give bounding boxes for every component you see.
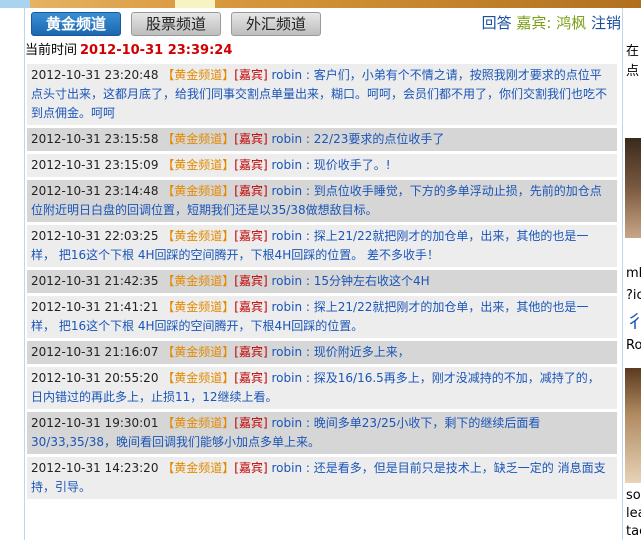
right-panel-text-1: 在 bbox=[626, 44, 640, 59]
message-text: : 15分钟左右收这个4H bbox=[302, 274, 430, 288]
message-channel-tag: 【黄金频道】 bbox=[162, 300, 235, 314]
reply-link[interactable]: 回答 bbox=[482, 14, 512, 32]
right-panel-photo-1 bbox=[625, 138, 641, 238]
message-guest-tag: [嘉宾] bbox=[234, 132, 268, 146]
message-guest-tag: [嘉宾] bbox=[234, 158, 268, 172]
message-row: 2012-10-31 23:15:09 【黄金频道】[嘉宾] robin : 现… bbox=[27, 154, 617, 177]
message-guest-tag: [嘉宾] bbox=[234, 461, 268, 475]
message-channel-tag: 【黄金频道】 bbox=[162, 229, 235, 243]
message-timestamp: 2012-10-31 14:23:20 bbox=[31, 461, 159, 475]
message-channel-tag: 【黄金频道】 bbox=[162, 461, 235, 475]
tab-forex-channel[interactable]: 外汇频道 bbox=[231, 12, 321, 36]
banner-left-segment bbox=[0, 0, 30, 8]
message-row: 2012-10-31 14:23:20 【黄金频道】[嘉宾] robin : 还… bbox=[27, 457, 617, 499]
right-side-panel: 在 点 mb ?ic 彳 Ro soc lea tac bbox=[622, 8, 641, 540]
message-channel-tag: 【黄金频道】 bbox=[162, 371, 235, 385]
message-text: : 现价附近多上来， bbox=[302, 345, 410, 359]
message-row: 2012-10-31 21:41:21 【黄金频道】[嘉宾] robin : 探… bbox=[27, 296, 617, 338]
message-author: robin bbox=[271, 158, 303, 172]
message-row: 2012-10-31 21:42:35 【黄金频道】[嘉宾] robin : 1… bbox=[27, 270, 617, 293]
current-time-label: 当前时间 bbox=[25, 43, 78, 58]
current-time-line: 当前时间 2012-10-31 23:39:24 bbox=[25, 40, 623, 62]
message-author: robin bbox=[271, 274, 303, 288]
message-guest-tag: [嘉宾] bbox=[234, 416, 268, 430]
tab-gold-channel[interactable]: 黄金频道 bbox=[31, 12, 121, 36]
current-time-value: 2012-10-31 23:39:24 bbox=[80, 43, 233, 58]
message-author: robin bbox=[271, 461, 303, 475]
guest-name: 嘉宾: 鸿枫 bbox=[516, 14, 587, 32]
right-panel-text-9: tac bbox=[626, 524, 641, 539]
channel-tab-bar: 黄金频道 股票频道 外汇频道 回答 嘉宾: 鸿枫 注销 bbox=[25, 8, 623, 38]
message-text: : 22/23要求的点位收手了 bbox=[302, 132, 445, 146]
message-timestamp: 2012-10-31 19:30:01 bbox=[31, 416, 159, 430]
message-row: 2012-10-31 23:20:48 【黄金频道】[嘉宾] robin : 客… bbox=[27, 64, 617, 125]
message-timestamp: 2012-10-31 22:03:25 bbox=[31, 229, 159, 243]
message-author: robin bbox=[271, 345, 303, 359]
logout-link[interactable]: 注销 bbox=[591, 14, 621, 32]
right-panel-text-4: ?ic bbox=[626, 288, 641, 303]
right-panel-text-7: soc bbox=[626, 488, 641, 503]
chat-panel: 黄金频道 股票频道 外汇频道 回答 嘉宾: 鸿枫 注销 当前时间 2012-10-… bbox=[24, 8, 623, 540]
message-guest-tag: [嘉宾] bbox=[234, 184, 268, 198]
message-guest-tag: [嘉宾] bbox=[234, 300, 268, 314]
message-row: 2012-10-31 20:55:20 【黄金频道】[嘉宾] robin : 探… bbox=[27, 367, 617, 409]
top-banner-strip bbox=[0, 0, 641, 8]
message-timestamp: 2012-10-31 23:14:48 bbox=[31, 184, 159, 198]
header-links: 回答 嘉宾: 鸿枫 注销 bbox=[482, 13, 621, 33]
right-panel-text-5: 彳 bbox=[626, 308, 641, 334]
message-row: 2012-10-31 23:14:48 【黄金频道】[嘉宾] robin : 到… bbox=[27, 180, 617, 222]
message-guest-tag: [嘉宾] bbox=[234, 68, 268, 82]
message-author: robin bbox=[271, 229, 303, 243]
message-channel-tag: 【黄金频道】 bbox=[162, 158, 235, 172]
message-timestamp: 2012-10-31 23:15:09 bbox=[31, 158, 159, 172]
message-channel-tag: 【黄金频道】 bbox=[162, 132, 235, 146]
message-timestamp: 2012-10-31 23:20:48 bbox=[31, 68, 159, 82]
banner-highlight-segment bbox=[175, 0, 215, 8]
message-channel-tag: 【黄金频道】 bbox=[162, 345, 235, 359]
right-panel-photo-2 bbox=[625, 368, 641, 483]
message-channel-tag: 【黄金频道】 bbox=[162, 68, 235, 82]
right-panel-text-6: Ro bbox=[626, 338, 641, 353]
message-row: 2012-10-31 21:16:07 【黄金频道】[嘉宾] robin : 现… bbox=[27, 341, 617, 364]
message-author: robin bbox=[271, 416, 303, 430]
left-margin bbox=[0, 8, 24, 540]
message-guest-tag: [嘉宾] bbox=[234, 345, 268, 359]
message-timestamp: 2012-10-31 21:41:21 bbox=[31, 300, 159, 314]
message-timestamp: 2012-10-31 20:55:20 bbox=[31, 371, 159, 385]
right-panel-text-2: 点 bbox=[626, 64, 640, 79]
message-row: 2012-10-31 23:15:58 【黄金频道】[嘉宾] robin : 2… bbox=[27, 128, 617, 151]
message-timestamp: 2012-10-31 21:42:35 bbox=[31, 274, 159, 288]
message-channel-tag: 【黄金频道】 bbox=[162, 416, 235, 430]
message-row: 2012-10-31 19:30:01 【黄金频道】[嘉宾] robin : 晚… bbox=[27, 412, 617, 454]
right-panel-text-8: lea bbox=[626, 506, 641, 521]
tab-stock-channel[interactable]: 股票频道 bbox=[131, 12, 221, 36]
message-timestamp: 2012-10-31 23:15:58 bbox=[31, 132, 159, 146]
message-author: robin bbox=[271, 371, 303, 385]
message-guest-tag: [嘉宾] bbox=[234, 229, 268, 243]
message-author: robin bbox=[271, 184, 303, 198]
message-author: robin bbox=[271, 300, 303, 314]
message-guest-tag: [嘉宾] bbox=[234, 371, 268, 385]
message-author: robin bbox=[271, 132, 303, 146]
message-author: robin bbox=[271, 68, 303, 82]
message-list: 2012-10-31 23:20:48 【黄金频道】[嘉宾] robin : 客… bbox=[25, 64, 623, 502]
message-text: : 现价收手了。! bbox=[302, 158, 391, 172]
message-row: 2012-10-31 22:03:25 【黄金频道】[嘉宾] robin : 探… bbox=[27, 225, 617, 267]
message-channel-tag: 【黄金频道】 bbox=[162, 184, 235, 198]
message-guest-tag: [嘉宾] bbox=[234, 274, 268, 288]
message-timestamp: 2012-10-31 21:16:07 bbox=[31, 345, 159, 359]
right-panel-text-3: mb bbox=[626, 266, 641, 281]
message-channel-tag: 【黄金频道】 bbox=[162, 274, 235, 288]
